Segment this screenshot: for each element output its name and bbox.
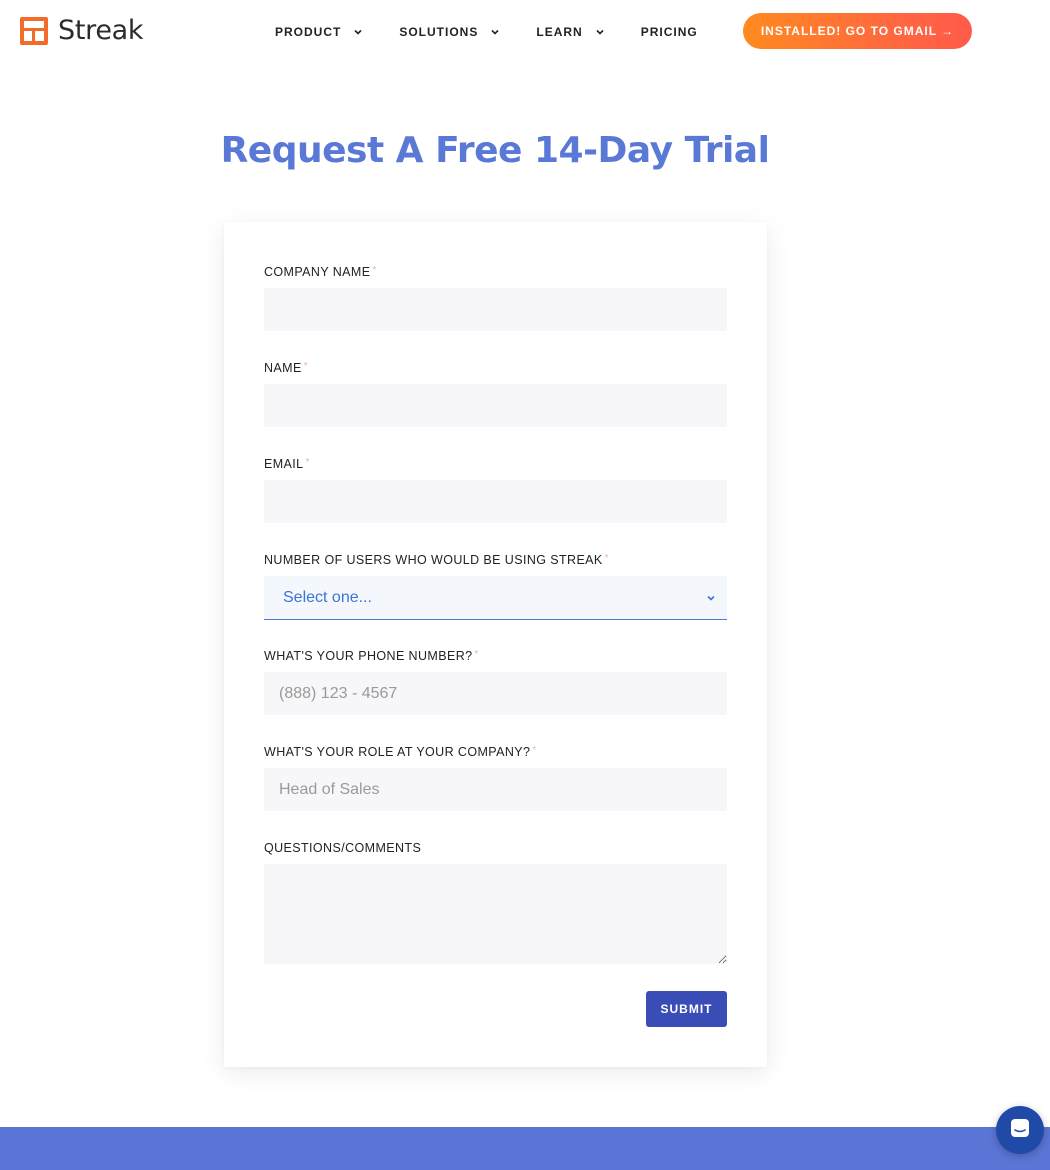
email-input[interactable] xyxy=(264,480,727,523)
phone-input[interactable] xyxy=(264,672,727,715)
required-mark: * xyxy=(305,457,310,468)
top-navigation: Streak PRODUCT SOLUTIONS LEARN PRICING I… xyxy=(0,0,1050,64)
required-mark: * xyxy=(532,745,537,756)
required-mark: * xyxy=(303,361,309,372)
chevron-down-icon xyxy=(705,592,717,604)
users-select-value: Select one... xyxy=(283,588,372,606)
role-label: WHAT'S YOUR ROLE AT YOUR COMPANY? * xyxy=(264,745,537,759)
page-title: Request A Free 14-Day Trial xyxy=(220,130,770,171)
role-input[interactable] xyxy=(264,768,727,811)
required-mark: * xyxy=(604,553,609,564)
chat-icon xyxy=(1009,1117,1031,1144)
nav-pricing-label: PRICING xyxy=(640,25,698,39)
comments-label: QUESTIONS/COMMENTS xyxy=(264,841,422,855)
users-select[interactable]: Select one... xyxy=(264,576,727,620)
go-to-gmail-button[interactable]: INSTALLED! GO TO GMAIL → xyxy=(743,13,972,49)
chevron-down-icon xyxy=(490,27,500,37)
users-label: NUMBER OF USERS WHO WOULD BE USING STREA… xyxy=(264,553,609,567)
chevron-down-icon xyxy=(595,27,605,37)
streak-logo-icon xyxy=(20,17,48,45)
nav-learn[interactable]: LEARN xyxy=(536,22,604,42)
nav-pricing[interactable]: PRICING xyxy=(641,22,698,42)
comments-textarea[interactable] xyxy=(264,864,727,964)
phone-label: WHAT'S YOUR PHONE NUMBER? * xyxy=(264,649,479,663)
nav-product[interactable]: PRODUCT xyxy=(275,22,363,42)
required-mark: * xyxy=(474,649,479,660)
nav-solutions[interactable]: SOLUTIONS xyxy=(399,22,500,42)
name-input[interactable] xyxy=(264,384,727,427)
streak-logo[interactable]: Streak xyxy=(20,15,144,46)
email-label: EMAIL * xyxy=(264,457,310,471)
chat-launcher-button[interactable] xyxy=(996,1106,1044,1154)
nav-learn-label: LEARN xyxy=(536,25,583,39)
trial-request-form: COMPANY NAME * NAME * EMAIL * NUMBER OF USE… xyxy=(224,222,767,1067)
brand-name: Streak xyxy=(58,15,144,46)
main-nav: PRODUCT SOLUTIONS LEARN PRICING xyxy=(275,22,734,42)
company-name-input[interactable] xyxy=(264,288,727,331)
nav-product-label: PRODUCT xyxy=(275,25,342,39)
nav-solutions-label: SOLUTIONS xyxy=(399,25,479,39)
company-name-label: COMPANY NAME * xyxy=(264,265,377,279)
footer-band xyxy=(0,1127,1050,1170)
submit-button[interactable]: SUBMIT xyxy=(646,991,727,1027)
required-mark: * xyxy=(372,265,377,276)
chevron-down-icon xyxy=(353,27,363,37)
name-label: NAME * xyxy=(264,361,309,375)
